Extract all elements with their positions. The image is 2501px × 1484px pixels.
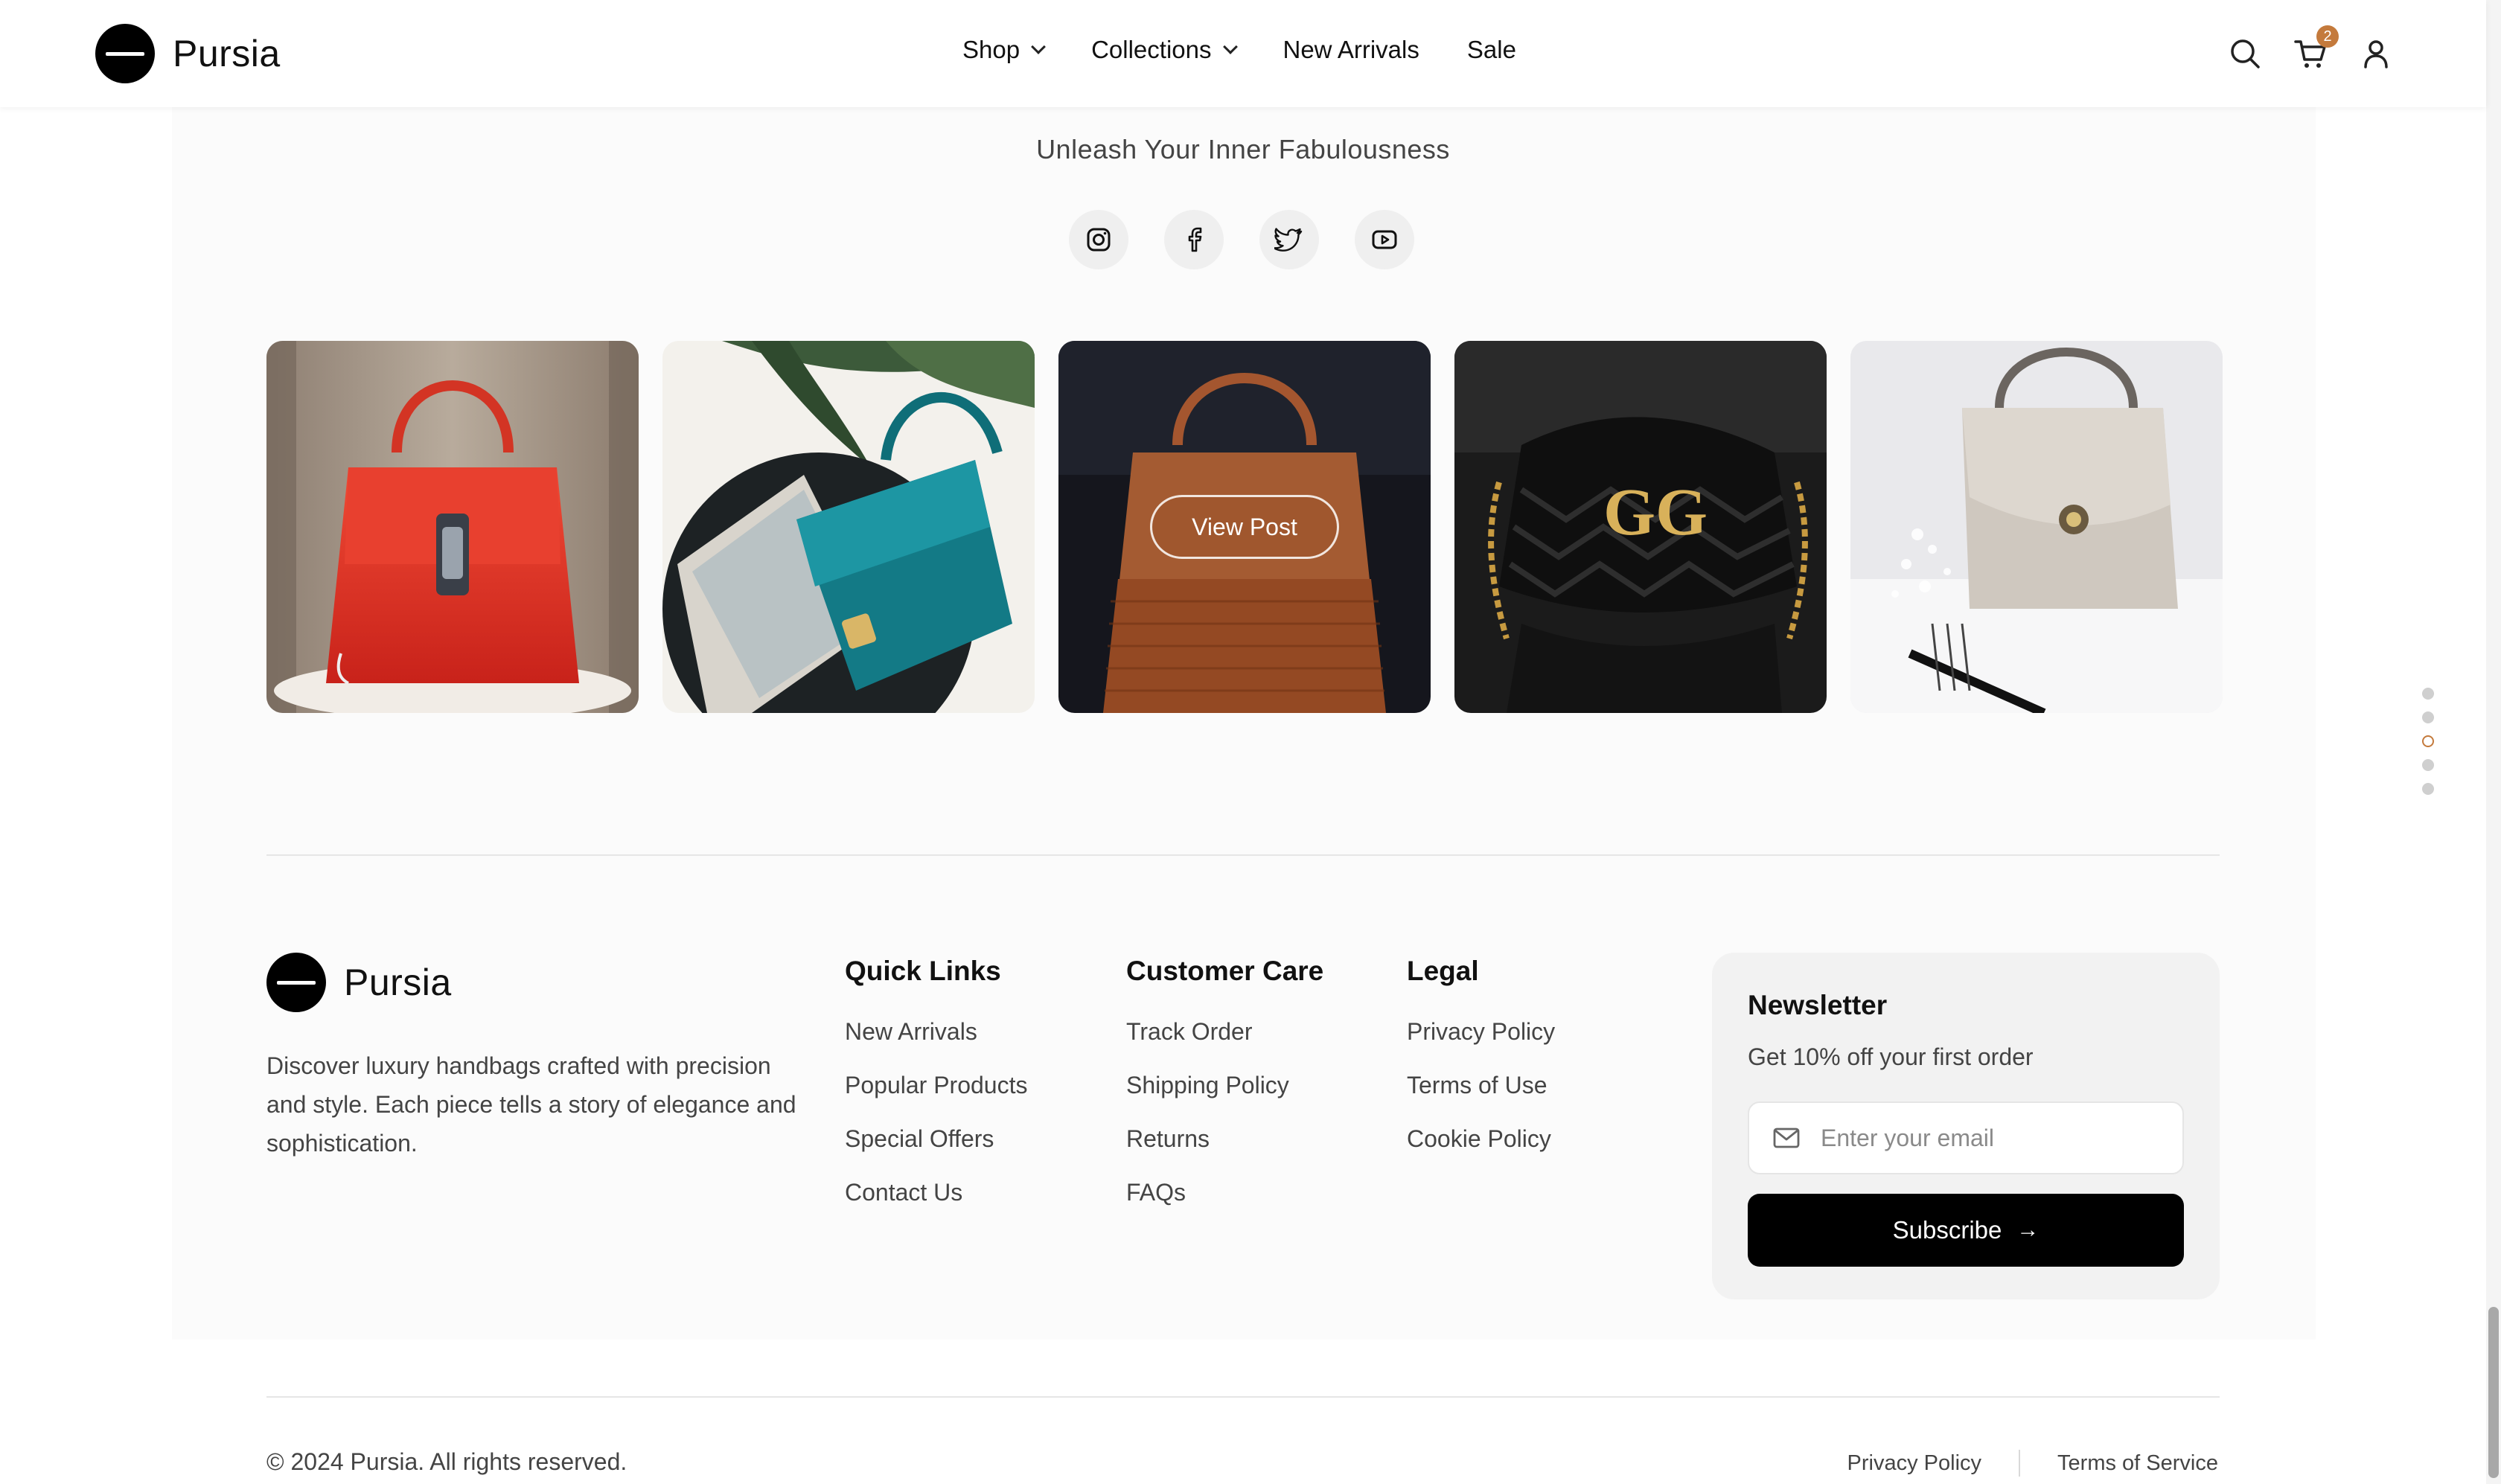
nav-item-new-arrivals[interactable]: New Arrivals	[1283, 36, 1419, 64]
footer-col-quick-links: Quick Links New Arrivals Popular Product…	[845, 956, 1027, 1229]
footer-divider	[266, 854, 2220, 856]
footer-col-title: Quick Links	[845, 956, 1001, 986]
nav-label: New Arrivals	[1283, 36, 1419, 63]
svg-text:GG: GG	[1603, 476, 1708, 549]
newsletter-subtitle: Get 10% off your first order	[1748, 1043, 2034, 1070]
twitter-icon[interactable]	[1259, 210, 1319, 269]
footer-link[interactable]: Track Order	[1126, 1015, 1323, 1048]
social-tagline: Unleash Your Inner Fabulousness	[1036, 134, 1450, 164]
footer-link[interactable]: Popular Products	[845, 1069, 1027, 1101]
footer-col-customer-care: Customer Care Track Order Shipping Polic…	[1126, 956, 1323, 1229]
carousel-dot[interactable]	[2422, 711, 2434, 723]
logo-mark-icon	[266, 953, 326, 1012]
footer-logo[interactable]: Pursia	[266, 953, 452, 1012]
nav-item-shop[interactable]: Shop	[962, 36, 1046, 64]
footer-link[interactable]: FAQs	[1126, 1176, 1323, 1209]
nav-item-sale[interactable]: Sale	[1467, 36, 1516, 64]
gallery-item-woven-handbag[interactable]: View Post	[1058, 341, 1431, 713]
header-actions: 2	[2227, 25, 2394, 71]
bottom-legal-links: Privacy Policy Terms of Service	[1847, 1450, 2218, 1477]
cart-count-badge: 2	[2316, 25, 2339, 48]
arrow-right-icon: →	[2016, 1218, 2040, 1242]
footer-description: Discover luxury handbags crafted with pr…	[266, 1052, 796, 1157]
brand-logo[interactable]: Pursia	[95, 24, 281, 83]
footer-link[interactable]: Terms of Use	[1407, 1069, 1555, 1101]
beige-handbag-image	[1850, 341, 2223, 713]
youtube-icon[interactable]	[1355, 210, 1414, 269]
newsletter-card: Newsletter Get 10% off your first order …	[1712, 953, 2220, 1299]
carousel-dot[interactable]	[2422, 688, 2434, 700]
email-field-wrapper	[1748, 1101, 2184, 1174]
footer-col-legal: Legal Privacy Policy Terms of Use Cookie…	[1407, 956, 1555, 1176]
instagram-icon[interactable]	[1069, 210, 1128, 269]
footer-brand-name: Pursia	[344, 962, 452, 1003]
link-separator	[2019, 1450, 2021, 1477]
chevron-down-icon	[1222, 39, 1238, 54]
footer-col-title: Customer Care	[1126, 956, 1324, 986]
footer-link[interactable]: Returns	[1126, 1122, 1323, 1155]
bottom-link-terms[interactable]: Terms of Service	[2057, 1451, 2218, 1476]
cart-icon[interactable]: 2	[2293, 25, 2339, 71]
nav-item-collections[interactable]: Collections	[1091, 36, 1238, 64]
copyright-text: © 2024 Pursia. All rights reserved.	[266, 1448, 627, 1475]
black-quilted-bag-image: GG	[1454, 341, 1827, 713]
scrollbar-track[interactable]	[2486, 0, 2501, 1484]
user-icon[interactable]	[2358, 36, 2394, 71]
footer-link[interactable]: Cookie Policy	[1407, 1122, 1555, 1155]
view-post-button[interactable]: View Post	[1150, 495, 1339, 559]
footer-link[interactable]: Privacy Policy	[1407, 1015, 1555, 1048]
bottom-link-privacy[interactable]: Privacy Policy	[1847, 1451, 1982, 1476]
carousel-dot[interactable]	[2422, 759, 2434, 771]
main-nav: Shop Collections New Arrivals Sale	[962, 36, 1516, 64]
footer-col-title: Legal	[1407, 956, 1479, 986]
brand-name: Pursia	[173, 33, 281, 74]
carousel-dot[interactable]	[2422, 783, 2434, 795]
logo-mark-icon	[95, 24, 155, 83]
footer-link[interactable]: Contact Us	[845, 1176, 1027, 1209]
gallery-item-black-bag[interactable]: GG	[1454, 341, 1827, 713]
footer-link[interactable]: Shipping Policy	[1126, 1069, 1323, 1101]
carousel-dots	[2422, 688, 2434, 807]
red-handbag-image	[266, 341, 639, 713]
subscribe-button[interactable]: Subscribe →	[1748, 1194, 2184, 1267]
subscribe-label: Subscribe	[1892, 1216, 2002, 1244]
gallery-item-red-handbag[interactable]	[266, 341, 639, 713]
nav-label: Sale	[1466, 36, 1516, 63]
search-icon[interactable]	[2227, 36, 2263, 71]
teal-handbag-image	[662, 341, 1035, 713]
site-header: Pursia Shop Collections New Arrivals Sal…	[0, 0, 2486, 107]
footer-link[interactable]: Special Offers	[845, 1122, 1027, 1155]
bottom-divider	[266, 1396, 2220, 1398]
scrollbar-thumb[interactable]	[2488, 1307, 2499, 1478]
carousel-dot-active[interactable]	[2422, 735, 2434, 747]
footer-link[interactable]: New Arrivals	[845, 1015, 1027, 1048]
newsletter-title: Newsletter	[1748, 990, 1888, 1020]
nav-label: Collections	[1091, 36, 1212, 63]
email-field[interactable]	[1821, 1124, 2178, 1152]
gallery-item-teal-handbag[interactable]	[662, 341, 1035, 713]
facebook-icon[interactable]	[1164, 210, 1224, 269]
gallery-item-beige-handbag[interactable]	[1850, 341, 2223, 713]
instagram-gallery: View Post GG	[266, 341, 2223, 713]
chevron-down-icon	[1031, 39, 1046, 54]
mail-icon	[1773, 1128, 1800, 1148]
nav-label: Shop	[962, 36, 1020, 63]
social-links	[1069, 210, 1414, 269]
